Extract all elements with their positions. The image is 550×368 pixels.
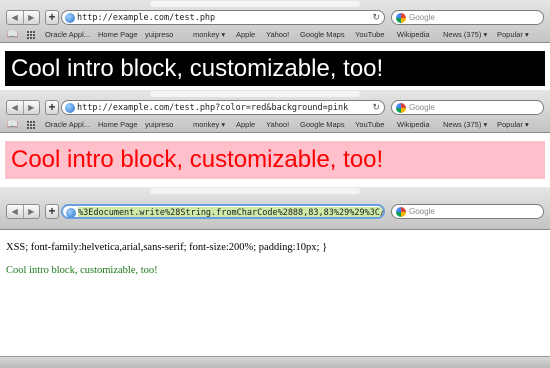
bookmark-yuipreso[interactable]: yuipreso [145, 120, 173, 130]
grid-icon[interactable] [27, 31, 35, 39]
bookmarks-bar: 📖 Oracle Appl... Home Page yuipreso monk… [0, 28, 550, 42]
nav-buttons: ◀ ▶ [6, 100, 40, 115]
browser-chrome-1: ◀ ▶ + http://example.com/test.php ↻ Goog… [0, 0, 550, 43]
toolbar: ◀ ▶ + %3Edocument.write%28String.fromCha… [0, 195, 550, 229]
browser-chrome-2: ◀ ▶ + http://example.com/test.php?color=… [0, 90, 550, 133]
bookmark-yahoo[interactable]: Yahoo! [266, 120, 289, 130]
title-pill [150, 91, 360, 97]
address-bar[interactable]: http://example.com/test.php?color=red&ba… [61, 100, 385, 115]
url-text[interactable]: %3Edocument.write%28String.fromCharCode%… [78, 207, 383, 217]
book-icon[interactable]: 📖 [7, 29, 18, 40]
green-intro-text: Cool intro block, customizable, too! [6, 265, 158, 276]
reload-icon[interactable]: ↻ [372, 12, 380, 23]
bookmark-wikipedia[interactable]: Wikipedia [397, 120, 430, 130]
bookmark-apple[interactable]: Apple [236, 120, 255, 130]
plus-icon[interactable]: + [45, 10, 59, 25]
page-content-2: Cool intro block, customizable, too! [0, 133, 550, 187]
toolbar: ◀ ▶ + http://example.com/test.php?color=… [0, 98, 550, 118]
forward-arrow-icon[interactable]: ▶ [22, 11, 40, 24]
search-placeholder: Google [409, 13, 435, 22]
bookmark-apple[interactable]: Apple [236, 30, 255, 40]
address-bar[interactable]: http://example.com/test.php ↻ [61, 10, 385, 25]
search-input[interactable]: Google [391, 10, 544, 25]
bookmark-home-page[interactable]: Home Page [98, 30, 138, 40]
title-bar [0, 0, 550, 8]
window-bottom-bar [0, 356, 550, 368]
title-bar [0, 187, 550, 195]
globe-icon [65, 103, 75, 113]
bookmark-yuipreso[interactable]: yuipreso [145, 30, 173, 40]
title-pill [150, 1, 360, 7]
browser-chrome-3: ◀ ▶ + %3Edocument.write%28String.fromCha… [0, 187, 550, 230]
google-icon [396, 207, 406, 217]
globe-icon [65, 13, 75, 23]
bookmark-oracle[interactable]: Oracle Appl... [45, 120, 90, 130]
google-icon [396, 103, 406, 113]
nav-buttons: ◀ ▶ [6, 10, 40, 25]
bookmark-oracle[interactable]: Oracle Appl... [45, 30, 90, 40]
bookmark-wikipedia[interactable]: Wikipedia [397, 30, 430, 40]
url-text[interactable]: http://example.com/test.php?color=red&ba… [77, 102, 348, 114]
bookmark-youtube[interactable]: YouTube [355, 30, 384, 40]
back-arrow-icon[interactable]: ◀ [7, 205, 23, 218]
search-placeholder: Google [409, 207, 435, 216]
search-placeholder: Google [409, 103, 435, 112]
xss-text: XSS; font-family:helvetica,arial,sans-se… [6, 242, 328, 253]
back-arrow-icon[interactable]: ◀ [7, 101, 23, 114]
page-content-1: Cool intro block, customizable, too! [0, 43, 550, 90]
title-bar [0, 90, 550, 98]
bookmark-news[interactable]: News (375) ▾ [443, 30, 487, 40]
bookmark-monkey[interactable]: monkey ▾ [193, 30, 225, 40]
title-pill [150, 188, 360, 194]
book-icon[interactable]: 📖 [7, 119, 18, 130]
bookmark-yahoo[interactable]: Yahoo! [266, 30, 289, 40]
bookmark-youtube[interactable]: YouTube [355, 120, 384, 130]
bookmark-monkey[interactable]: monkey ▾ [193, 120, 225, 130]
page-content-3: XSS; font-family:helvetica,arial,sans-se… [0, 230, 550, 356]
back-arrow-icon[interactable]: ◀ [7, 11, 23, 24]
bookmark-google-maps[interactable]: Google Maps [300, 120, 345, 130]
nav-buttons: ◀ ▶ [6, 204, 40, 219]
bookmark-google-maps[interactable]: Google Maps [300, 30, 345, 40]
plus-icon[interactable]: + [45, 100, 59, 115]
intro-block-2: Cool intro block, customizable, too! [5, 141, 545, 179]
search-input[interactable]: Google [391, 100, 544, 115]
reload-icon[interactable]: ↻ [372, 102, 380, 113]
bookmark-popular[interactable]: Popular ▾ [497, 120, 529, 130]
toolbar: ◀ ▶ + http://example.com/test.php ↻ Goog… [0, 8, 550, 28]
plus-icon[interactable]: + [45, 204, 59, 219]
intro-block-1: Cool intro block, customizable, too! [5, 51, 545, 86]
google-icon [396, 13, 406, 23]
bookmarks-bar: 📖 Oracle Appl... Home Page yuipreso monk… [0, 118, 550, 132]
forward-arrow-icon[interactable]: ▶ [22, 205, 40, 218]
forward-arrow-icon[interactable]: ▶ [22, 101, 40, 114]
address-bar[interactable]: %3Edocument.write%28String.fromCharCode%… [61, 204, 385, 219]
bookmark-popular[interactable]: Popular ▾ [497, 30, 529, 40]
url-text[interactable]: http://example.com/test.php [77, 12, 215, 24]
bookmark-home-page[interactable]: Home Page [98, 120, 138, 130]
globe-icon [66, 208, 76, 217]
bookmark-news[interactable]: News (375) ▾ [443, 120, 487, 130]
search-input[interactable]: Google [391, 204, 544, 219]
grid-icon[interactable] [27, 121, 35, 129]
